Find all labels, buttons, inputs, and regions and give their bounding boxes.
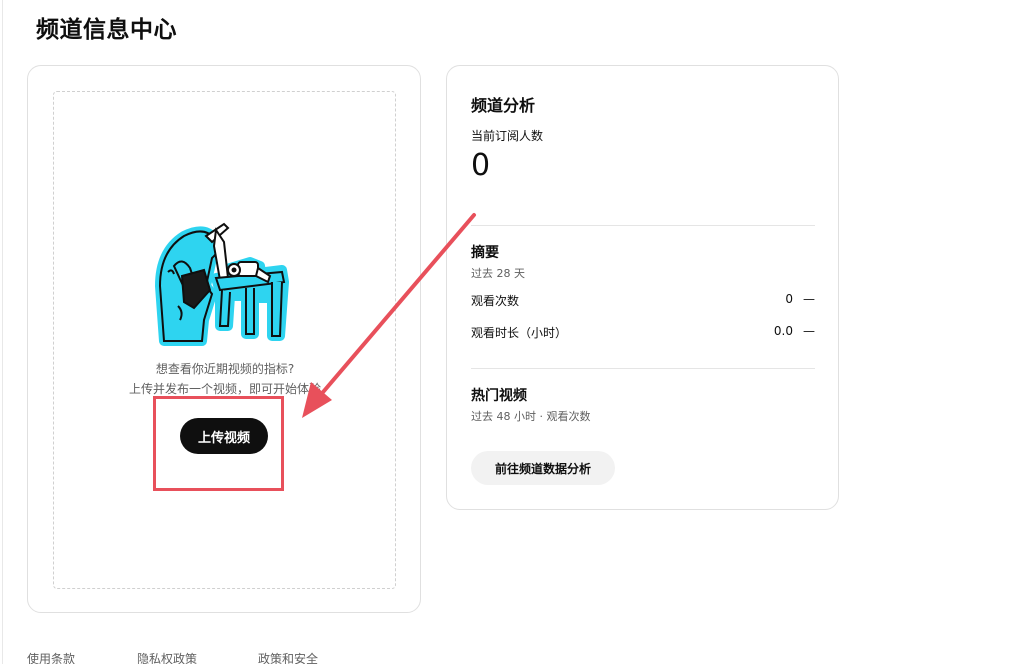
left-border xyxy=(2,0,3,664)
creator-illustration xyxy=(155,222,289,346)
views-value: 0 xyxy=(785,292,793,306)
go-to-analytics-button[interactable]: 前往频道数据分析 xyxy=(471,451,615,485)
upload-card: 想查看你近期视频的指标? 上传并发布一个视频，即可开始体验 上传视频 xyxy=(27,65,421,613)
analytics-title: 频道分析 xyxy=(471,96,536,115)
views-label: 观看次数 xyxy=(471,294,520,308)
channel-analytics-card: 频道分析 当前订阅人数 0 摘要 过去 28 天 观看次数 0 — 观看时长（小… xyxy=(446,65,839,510)
empty-state-hint: 上传并发布一个视频，即可开始体验 xyxy=(128,382,321,396)
footer-link-privacy[interactable]: 隐私权政策 xyxy=(137,650,197,664)
summary-title: 摘要 xyxy=(471,245,499,261)
top-videos-period: 过去 48 小时 · 观看次数 xyxy=(471,410,591,423)
divider xyxy=(471,368,815,369)
views-trend: — xyxy=(803,292,815,306)
footer-link-policy[interactable]: 政策和安全 xyxy=(258,650,318,664)
watch-time-trend: — xyxy=(803,324,815,338)
divider xyxy=(471,225,815,226)
page-title: 频道信息中心 xyxy=(36,17,177,43)
footer-link-terms[interactable]: 使用条款 xyxy=(27,650,75,664)
summary-row-views: 观看次数 0 — xyxy=(471,292,815,310)
summary-row-watch-time: 观看时长（小时） 0.0 — xyxy=(471,324,815,342)
top-videos-title: 热门视频 xyxy=(471,388,527,404)
watch-time-label: 观看时长（小时） xyxy=(471,326,568,340)
subscribers-label: 当前订阅人数 xyxy=(471,129,544,143)
empty-state-prompt: 想查看你近期视频的指标? xyxy=(155,362,295,376)
watch-time-value: 0.0 xyxy=(773,324,793,338)
summary-period: 过去 28 天 xyxy=(471,267,525,280)
subscribers-count: 0 xyxy=(471,148,491,183)
annotation-highlight-box xyxy=(153,396,284,491)
